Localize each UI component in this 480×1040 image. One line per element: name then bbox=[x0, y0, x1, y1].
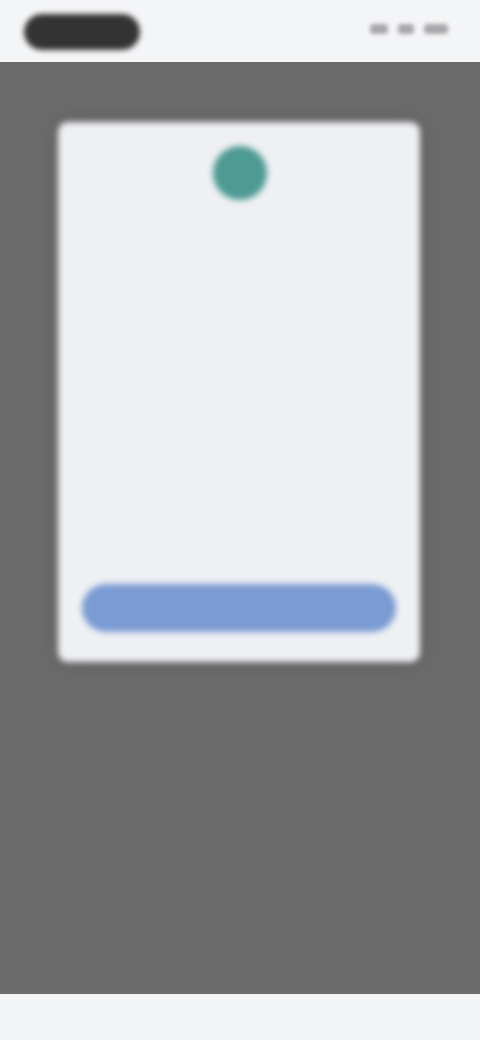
dialog bbox=[58, 122, 420, 662]
bottom-bar bbox=[0, 994, 480, 1040]
status-bar bbox=[0, 0, 480, 62]
dynamic-island bbox=[24, 14, 140, 50]
battery-icon bbox=[424, 24, 448, 34]
confirm-button[interactable] bbox=[82, 584, 396, 632]
wifi-icon bbox=[398, 24, 414, 34]
signal-icon bbox=[370, 24, 388, 34]
app-logo-icon bbox=[213, 146, 267, 200]
status-icons bbox=[370, 24, 448, 34]
